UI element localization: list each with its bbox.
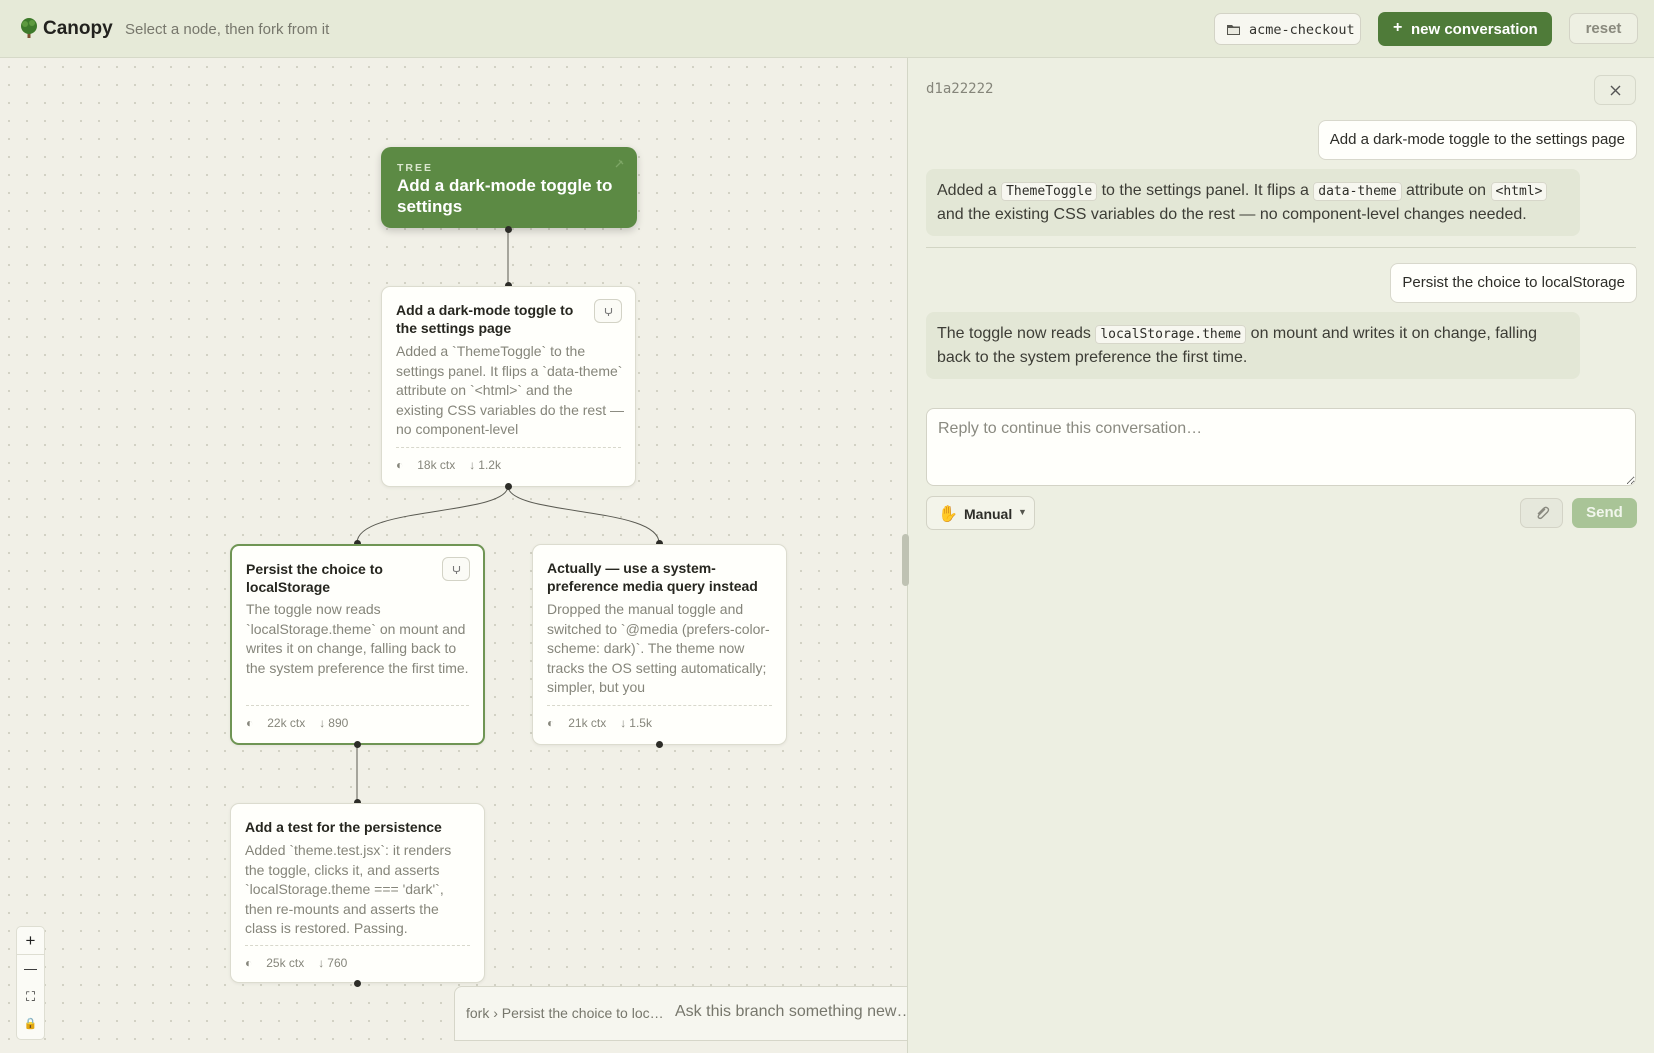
paperclip-icon — [1537, 506, 1550, 520]
node-handle — [656, 741, 663, 748]
context-icon: ◐ — [245, 956, 253, 970]
tree-canvas[interactable]: TREE Add a dark-mode toggle to settings … — [0, 58, 907, 1053]
pin-icon — [615, 159, 624, 168]
tree-root-node[interactable]: TREE Add a dark-mode toggle to settings — [381, 147, 637, 228]
node-ctx: 18k ctx — [417, 458, 456, 472]
hand-icon: ✋ — [938, 506, 958, 523]
node-meta: ◐ 21k ctx ↓ 1.5k — [547, 716, 666, 730]
app-name: Canopy — [43, 18, 113, 39]
close-button[interactable] — [1594, 75, 1636, 105]
new-conversation-label: new conversation — [1411, 21, 1538, 38]
node-tokens: 760 — [327, 956, 348, 970]
node-title: Actually — use a system-preference media… — [547, 560, 758, 594]
node-ctx: 25k ctx — [266, 956, 305, 970]
context-icon: ◐ — [547, 716, 555, 730]
zoom-out-button[interactable]: — — [16, 955, 45, 984]
root-tag: TREE — [397, 162, 434, 174]
reply-input[interactable] — [926, 408, 1636, 486]
user-message: Persist the choice to localStorage — [1390, 263, 1637, 303]
panel-resize-handle[interactable] — [902, 534, 909, 586]
node-handle — [354, 741, 361, 748]
mode-dropdown[interactable]: ✋ Manual ▼ — [926, 496, 1035, 530]
node-title: Persist the choice to localStorage — [246, 561, 383, 595]
user-message: Add a dark-mode toggle to the settings p… — [1317, 120, 1637, 160]
fork-button[interactable] — [442, 557, 470, 581]
top-bar: Canopy Select a node, then fork from it … — [0, 0, 1654, 58]
node-handle — [354, 980, 361, 987]
fork-icon — [604, 308, 613, 316]
folder-icon — [1227, 25, 1240, 35]
node-tokens: 1.5k — [629, 716, 652, 730]
fork-question-input[interactable]: Ask this branch something new… — [675, 1003, 912, 1021]
lock-button[interactable]: 🔒 — [16, 1011, 45, 1040]
node-title: Add a dark-mode toggle to the settings p… — [396, 302, 574, 336]
hint-text: Select a node, then fork from it — [125, 21, 330, 38]
root-title: Add a dark-mode toggle to settings — [397, 176, 613, 216]
node-body: Added `theme.test.jsx`: it renders the t… — [245, 842, 452, 936]
node-body: Added a `ThemeToggle` to the settings pa… — [396, 343, 624, 437]
assistant-message: Added a ThemeToggle to the settings pane… — [926, 169, 1580, 236]
fit-view-button[interactable]: ⛶ — [16, 983, 45, 1012]
tree-node[interactable]: Add a dark-mode toggle to the settings p… — [381, 286, 636, 487]
new-conversation-button[interactable]: + new conversation — [1378, 12, 1552, 46]
message-divider — [926, 247, 1636, 248]
node-separator — [396, 447, 621, 448]
tree-icon — [21, 18, 37, 38]
node-tokens: 1.2k — [478, 458, 501, 472]
tree-node-selected[interactable]: Persist the choice to localStorage The t… — [230, 544, 485, 745]
down-arrow-icon: ↓ — [469, 458, 476, 472]
conversation-id: d1a22222 — [926, 81, 994, 97]
node-separator — [547, 705, 772, 706]
down-arrow-icon: ↓ — [318, 956, 325, 970]
node-ctx: 22k ctx — [267, 716, 306, 730]
down-arrow-icon: ↓ — [620, 716, 627, 730]
repo-label: acme-checkout — [1249, 22, 1355, 38]
fork-input-bar[interactable]: fork › Persist the choice to loc… Ask th… — [454, 986, 912, 1041]
node-meta: ◐ 25k ctx ↓ 760 — [245, 956, 361, 970]
node-tokens: 890 — [328, 716, 349, 730]
node-meta: ◐ 22k ctx ↓ 890 — [246, 716, 362, 730]
node-handle — [505, 483, 512, 490]
context-icon: ◐ — [396, 458, 404, 472]
mode-label: Manual — [964, 506, 1013, 522]
context-icon: ◐ — [246, 716, 254, 730]
node-handle — [505, 226, 512, 233]
chevron-down-icon: ▼ — [1018, 507, 1027, 517]
send-button[interactable]: Send — [1572, 498, 1637, 528]
node-meta: ◐ 18k ctx ↓ 1.2k — [396, 458, 515, 472]
node-separator — [246, 705, 469, 706]
tree-node[interactable]: Add a test for the persistence Added `th… — [230, 803, 485, 983]
node-body: Dropped the manual toggle and switched t… — [547, 601, 770, 695]
node-separator — [245, 945, 470, 946]
node-ctx: 21k ctx — [568, 716, 607, 730]
attach-button[interactable] — [1520, 498, 1563, 528]
fork-breadcrumb: fork › Persist the choice to loc… — [466, 1005, 664, 1021]
fork-button[interactable] — [594, 299, 622, 323]
tree-node[interactable]: Actually — use a system-preference media… — [532, 544, 787, 745]
assistant-message: The toggle now reads localStorage.theme … — [926, 312, 1580, 379]
node-body: The toggle now reads `localStorage.theme… — [246, 601, 469, 676]
plus-icon: + — [1393, 19, 1403, 36]
down-arrow-icon: ↓ — [319, 716, 326, 730]
close-icon — [1610, 85, 1621, 96]
conversation-panel: d1a22222 Add a dark-mode toggle to the s… — [907, 58, 1654, 1053]
fork-icon — [452, 566, 461, 574]
reset-button[interactable]: reset — [1569, 13, 1638, 44]
zoom-in-button[interactable]: + — [16, 926, 45, 955]
repo-selector-button[interactable]: acme-checkout — [1214, 13, 1361, 45]
node-title: Add a test for the persistence — [245, 819, 442, 835]
